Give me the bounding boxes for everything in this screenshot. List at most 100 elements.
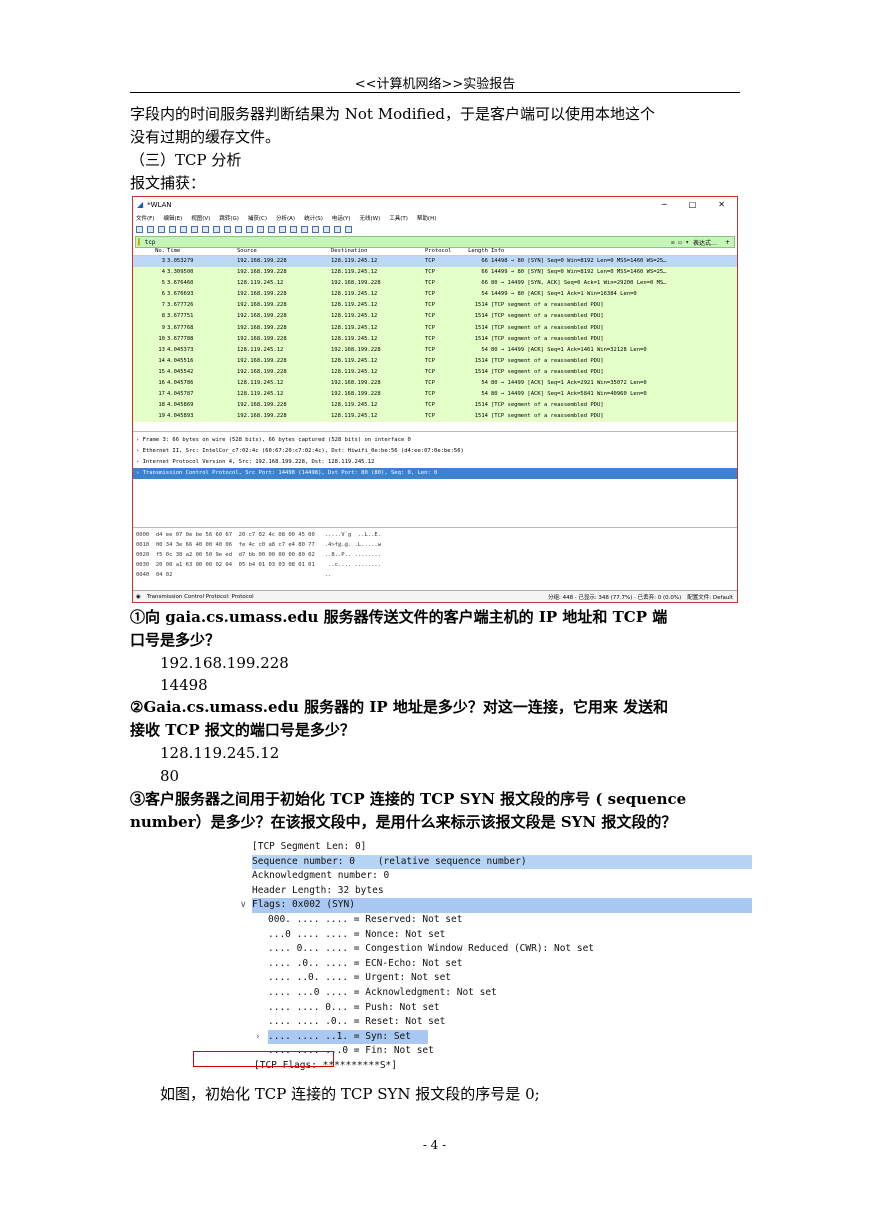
shark-fin-icon: ◢ [137,200,144,209]
conclusion: 如图，初始化 TCP 连接的 TCP SYN 报文段的序号是 0; [160,1085,540,1103]
maximize-icon[interactable]: □ [689,200,697,209]
packet-row[interactable]: 5 3.676460 128.119.245.12 192.168.199.228 TC… [133,278,737,290]
packet-row[interactable]: 3 3.053279 192.168.199.228 128.119.245.12 TC… [133,256,737,268]
column-header[interactable]: Time [167,248,237,255]
packet-cell: 192.168.199.228 [331,380,381,387]
menu-item[interactable]: 统计(S) [304,214,323,222]
column-header[interactable]: Protocol [425,248,467,255]
autoscroll-icon[interactable] [290,226,297,233]
start-capture-icon[interactable] [136,226,143,233]
minimize-icon[interactable]: ─ [662,200,667,209]
zoom-in-icon[interactable] [312,226,319,233]
zoom-out-icon[interactable] [323,226,330,233]
packet-cell: 128.119.245.12 [331,258,378,264]
back-icon[interactable] [235,226,242,233]
close-file-icon[interactable] [202,226,209,233]
expression-button[interactable]: 表达式… [689,238,721,247]
reload-icon[interactable] [213,226,220,233]
highlight-box [193,1051,334,1067]
column-header[interactable]: No. [133,248,167,255]
packet-row[interactable]: 19 4.045893 192.168.199.228 128.119.245.12 T… [133,411,737,423]
goto-icon[interactable] [257,226,264,233]
question-2-line-2: 接收 TCP 报文的端口号是多少？ [130,721,355,739]
packet-row[interactable]: 7 3.677726 192.168.199.228 128.119.245.12 TC… [133,300,737,312]
packet-row[interactable]: 18 4.045869 192.168.199.228 128.119.245.12 T… [133,400,737,412]
menu-item[interactable]: 捕获(C) [248,214,267,222]
normal-size-icon[interactable] [334,226,341,233]
first-icon[interactable] [268,226,275,233]
packet-row[interactable]: 6 3.676693 192.168.199.228 128.119.245.12 TC… [133,289,737,301]
packet-row[interactable]: 15 4.045542 192.168.199.228 128.119.245.12 T… [133,366,737,379]
status-profile[interactable]: 配置文件: Default [687,593,737,601]
options-icon[interactable] [169,226,176,233]
packet-cell: 1514 [474,357,488,364]
menu-item[interactable]: 电话(Y) [332,214,351,222]
packet-cell: 1514 [474,335,488,342]
menu-item[interactable]: 分析(A) [276,214,295,222]
menu-item[interactable]: 编辑(E) [163,214,182,222]
menu-item[interactable]: 工具(T) [389,214,408,222]
packet-cell: 128.119.245.12 [331,324,378,331]
filter-clear-icon[interactable]: ☒ ▭ ▾ [671,239,689,246]
status-left: Transmission Control Protocol: Protocol [146,593,254,600]
packet-row[interactable]: 16 4.045786 128.119.245.12 192.168.199.228 T… [133,378,737,390]
packet-cell: 128.119.245.12 [237,380,284,387]
packet-cell: [TCP segment of a reassembled PDU] [491,413,604,420]
collapse-arrow-icon[interactable]: › [256,1030,260,1045]
packet-cell: 128.119.245.12 [331,357,378,364]
packet-cell: 1514 [474,313,488,320]
save-file-icon[interactable] [191,226,198,233]
restart-capture-icon[interactable] [158,226,165,233]
packet-row[interactable]: 17 4.045787 128.119.245.12 192.168.199.228 T… [133,389,737,401]
stop-capture-icon[interactable] [147,226,154,233]
menu-item[interactable]: 跳转(G) [219,214,239,222]
packet-row[interactable]: 8 3.677751 192.168.199.228 128.119.245.12 TC… [133,311,737,323]
question-2-line-1: ②Gaia.cs.umass.edu 服务器的 IP 地址是多少？对这一连接，它… [130,698,669,716]
detail-row[interactable]: › Transmission Control Protocol, Src Por… [133,468,737,479]
packet-row[interactable]: 4 3.309500 192.168.199.228 128.119.245.12 TC… [133,267,737,279]
packet-cell: 19 [158,413,165,420]
resize-columns-icon[interactable] [345,226,352,233]
colorize-icon[interactable] [301,226,308,233]
menu-item[interactable]: 帮助(H) [417,214,436,222]
packet-row[interactable]: 9 3.677768 192.168.199.228 128.119.245.12 TC… [133,322,737,334]
packet-cell: 1514 [474,368,488,375]
packet-row[interactable]: 13 4.045373 128.119.245.12 192.168.199.228 T… [133,344,737,356]
column-header[interactable]: Destination [331,248,425,255]
packet-cell: 4.045516 [167,357,194,364]
packet-cell: 10 [158,335,165,342]
packet-cell: TCP [425,269,435,276]
last-icon[interactable] [279,226,286,233]
flag-line: .... 0... .... = Congestion Window Reduc… [268,943,595,955]
expand-arrow-icon[interactable]: ∨ [240,898,247,913]
menu-item[interactable]: 无线(W) [360,214,381,222]
add-filter-button[interactable]: + [721,239,734,246]
detail-row[interactable]: › Ethernet II, Src: IntelCor_c7:02:4c (6… [133,446,737,457]
packet-cell: 1514 [474,402,488,409]
packet-row[interactable]: 14 4.045516 192.168.199.228 128.119.245.12 T… [133,355,737,367]
open-file-icon[interactable] [180,226,187,233]
find-icon[interactable] [224,226,231,233]
column-header[interactable]: Info [491,248,737,255]
packet-cell: 14 [158,357,165,364]
display-filter-bar[interactable]: ▌ tcp ☒ ▭ ▾ 表达式… + [135,236,735,248]
column-header[interactable]: Source [237,248,331,255]
flag-line: .... ...0 .... = Acknowledgment: Not set [268,987,497,998]
detail-row[interactable]: › Internet Protocol Version 4, Src: 192.… [133,457,737,468]
column-header[interactable]: Length [467,248,491,255]
tcp-flags-screenshot: [TCP Segment Len: 0] Sequence number: 0 (… [240,840,755,1080]
packet-row[interactable]: 10 3.677788 192.168.199.228 128.119.245.12 T… [133,333,737,345]
answer-2-ip: 128.119.245.12 [160,744,280,762]
bookmark-icon[interactable]: ▌ [138,239,142,246]
filter-input[interactable]: tcp [145,239,671,246]
forward-icon[interactable] [246,226,253,233]
menu-item[interactable]: 视图(V) [191,214,210,222]
packet-cell: [TCP segment of a reassembled PDU] [491,368,604,375]
detail-row[interactable]: › Frame 3: 66 bytes on wire (528 bits), … [133,435,737,446]
packet-cell: 5 [161,280,165,287]
flag-line: .... .... 0... = Push: Not set [268,1001,440,1013]
menu-item[interactable]: 文件(F) [136,214,154,222]
packet-cell: 80 → 14499 [ACK] Seq=1 Ack=5841 Win=4096… [491,391,647,398]
close-icon[interactable]: ✕ [718,200,725,209]
packet-cell: 192.168.199.228 [237,357,287,364]
